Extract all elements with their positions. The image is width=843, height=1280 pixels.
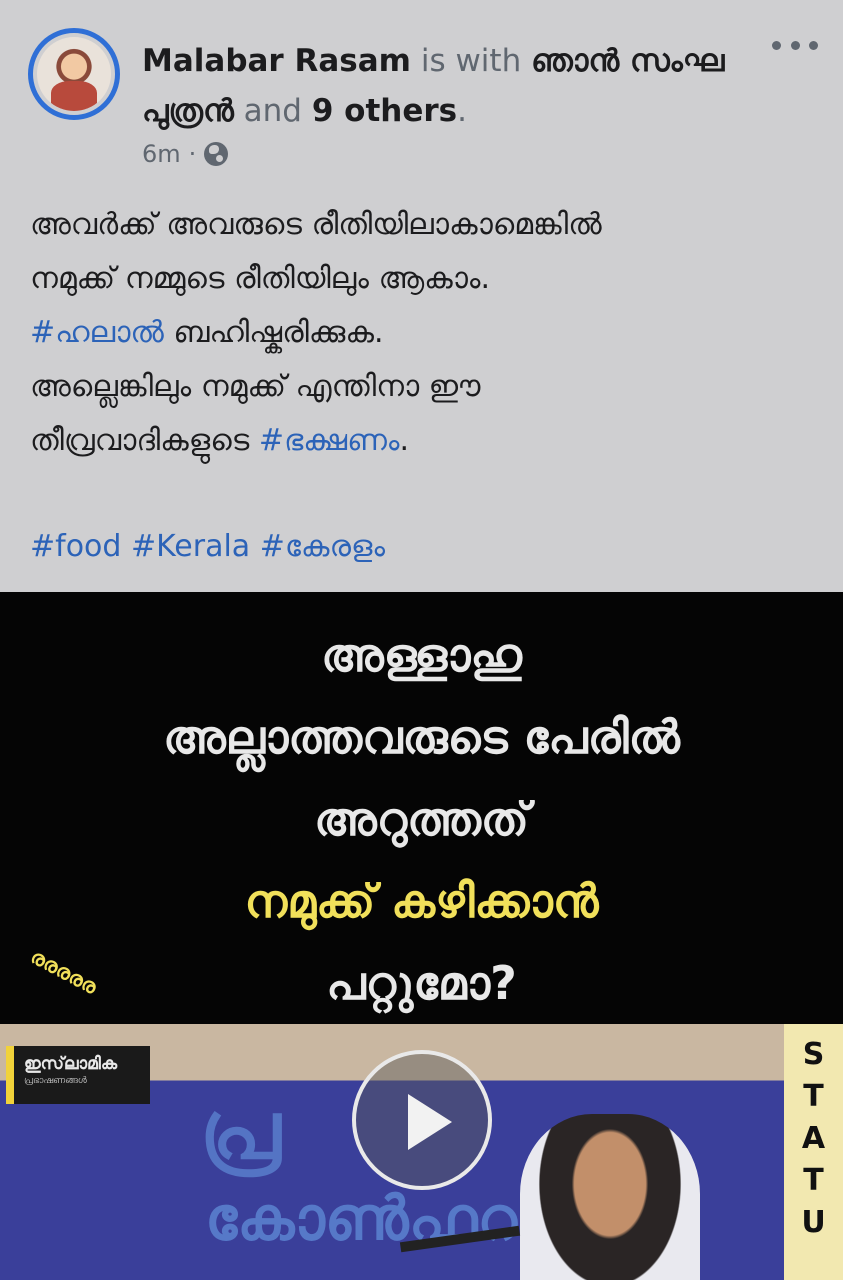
status-letter: U bbox=[801, 1205, 826, 1240]
with-text: is with bbox=[420, 43, 522, 79]
channel-logo: ഇസ്‌ലാമിക പ്രഭാഷണങ്ങൾ bbox=[6, 1046, 150, 1104]
status-letter: A bbox=[801, 1121, 826, 1156]
post-line-text: . bbox=[399, 423, 410, 458]
video-line: അള്ളാഹു bbox=[321, 628, 522, 682]
video-line: അറുത്തത് bbox=[314, 792, 529, 846]
video-line: പറ്റുമോ? bbox=[326, 956, 517, 1010]
banner-letters: പ്ര bbox=[200, 1084, 281, 1177]
more-options-button[interactable] bbox=[772, 30, 818, 60]
video-line: അല്ലാത്തവരുടെ പേരിൽ bbox=[163, 710, 680, 764]
and-text: and bbox=[243, 93, 302, 129]
globe-icon bbox=[204, 142, 229, 166]
status-strip: S T A T U bbox=[784, 1024, 843, 1280]
author-name[interactable]: Malabar Rasam bbox=[142, 43, 411, 79]
period-text: . bbox=[457, 93, 467, 129]
video-overlay-text: അള്ളാഹു അല്ലാത്തവരുടെ പേരിൽ അറുത്തത് നമു… bbox=[0, 614, 843, 1024]
more-dot bbox=[809, 40, 818, 50]
hashtag-halal[interactable]: #ഹലാൽ bbox=[30, 315, 164, 350]
status-letter: S bbox=[802, 1037, 825, 1072]
author-line: Malabar Rasam is with ഞാൻ സംഘ പുത്രൻ and… bbox=[142, 36, 742, 136]
play-icon[interactable] bbox=[352, 1050, 492, 1190]
video-line: നമുക്ക് കഴിക്കാൻ bbox=[244, 874, 599, 928]
post-line: അവർക്ക് അവരുടെ രീതിയിലാകാമെങ്കിൽ bbox=[30, 207, 602, 242]
channel-subtitle: പ്രഭാഷണങ്ങൾ bbox=[24, 1076, 87, 1086]
more-horizontal-icon bbox=[772, 40, 781, 50]
author-avatar[interactable] bbox=[28, 28, 120, 120]
post-line: നമുക്ക് നമ്മുടെ രീതിയിലും ആകാം. bbox=[30, 261, 491, 296]
post-line: അല്ലെങ്കിലും നമുക്ക് എന്തിനാ ഈ bbox=[30, 369, 481, 404]
post-line-text: ബഹിഷ്കരിക്കുക. bbox=[163, 315, 384, 350]
avatar-image bbox=[37, 37, 111, 111]
speaker-figure bbox=[520, 1114, 700, 1280]
others-link[interactable]: 9 others bbox=[312, 93, 457, 129]
post-time[interactable]: 6m bbox=[142, 140, 181, 168]
hashtags[interactable]: #food #Kerala #കേരളം bbox=[30, 520, 385, 574]
post-line: #ഹലാൽ ബഹിഷ്കരിക്കുക. bbox=[30, 306, 820, 360]
post-line-text: തീവ്രവാദികളുടെ bbox=[30, 423, 259, 458]
post-line: തീവ്രവാദികളുടെ #ഭക്ഷണം. bbox=[30, 414, 820, 468]
channel-name: ഇസ്‌ലാമിക bbox=[24, 1054, 118, 1074]
post-header: Malabar Rasam is with ഞാൻ സംഘ പുത്രൻ and… bbox=[0, 0, 843, 180]
video-player[interactable]: അള്ളാഹു അല്ലാത്തവരുടെ പേരിൽ അറുത്തത് നമു… bbox=[0, 592, 843, 1280]
post-body: അവർക്ക് അവരുടെ രീതിയിലാകാമെങ്കിൽ നമുക്ക്… bbox=[30, 198, 820, 468]
status-letter: T bbox=[803, 1079, 824, 1114]
meta-separator: · bbox=[188, 140, 197, 168]
post-meta: 6m · bbox=[142, 140, 229, 168]
hashtag-food-ml[interactable]: #ഭക്ഷണം bbox=[259, 423, 400, 458]
more-dot bbox=[790, 40, 800, 50]
status-letter: T bbox=[803, 1163, 824, 1198]
